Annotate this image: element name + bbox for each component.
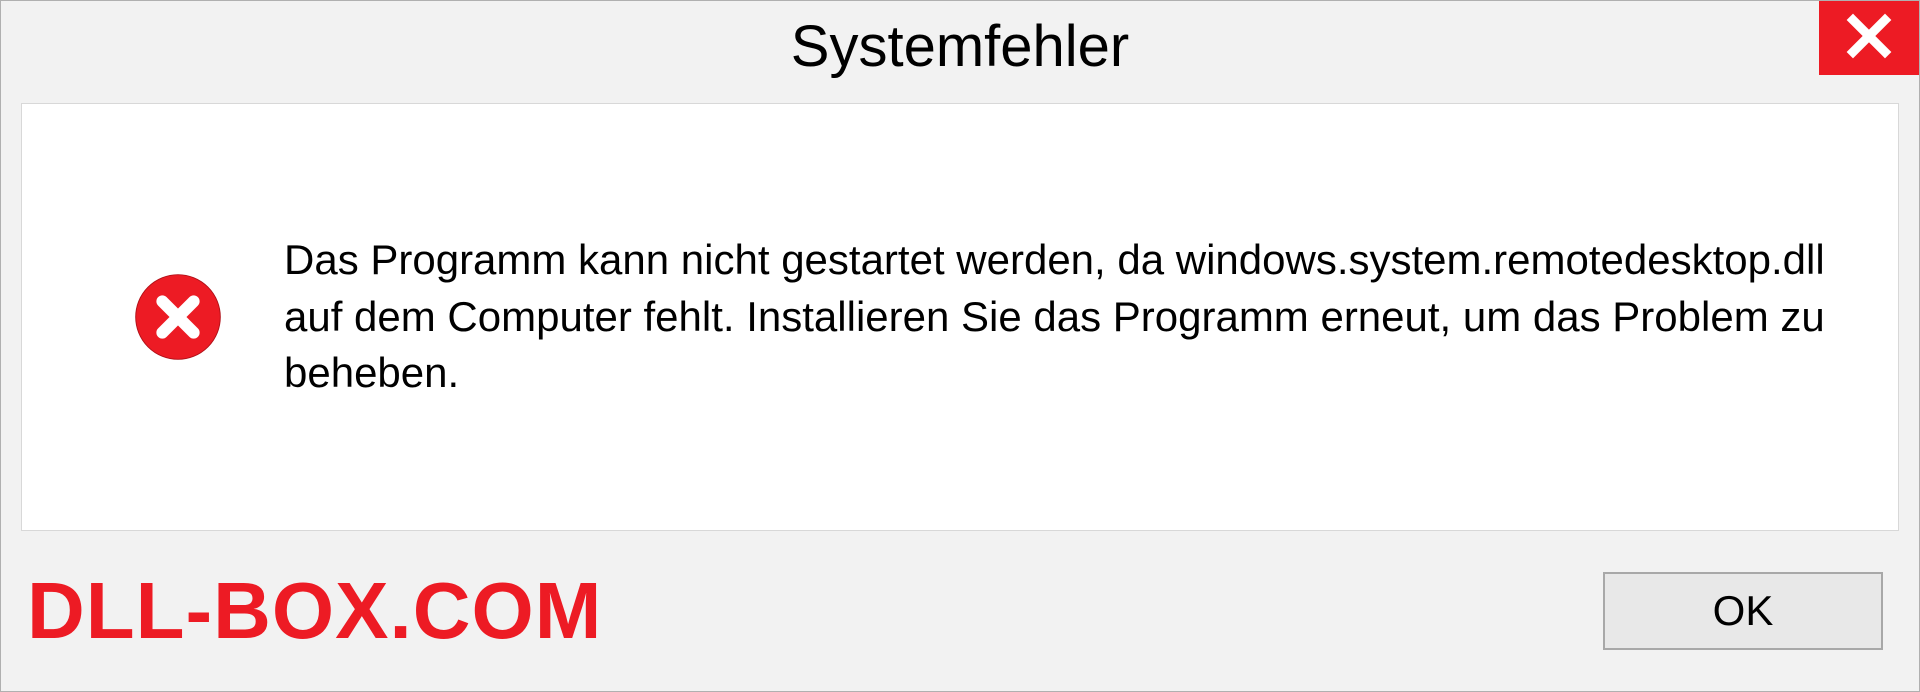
close-button[interactable]	[1819, 1, 1919, 75]
titlebar: Systemfehler	[1, 1, 1919, 91]
close-icon	[1845, 12, 1893, 65]
watermark-text: DLL-BOX.COM	[27, 565, 602, 657]
dialog-title: Systemfehler	[791, 13, 1129, 80]
content-area: Das Programm kann nicht gestartet werden…	[21, 103, 1899, 531]
error-dialog: Systemfehler Das Programm kann nicht ges…	[0, 0, 1920, 692]
error-icon	[132, 271, 224, 363]
ok-button[interactable]: OK	[1603, 572, 1883, 650]
footer: DLL-BOX.COM OK	[1, 531, 1919, 691]
error-message: Das Programm kann nicht gestartet werden…	[284, 232, 1834, 402]
